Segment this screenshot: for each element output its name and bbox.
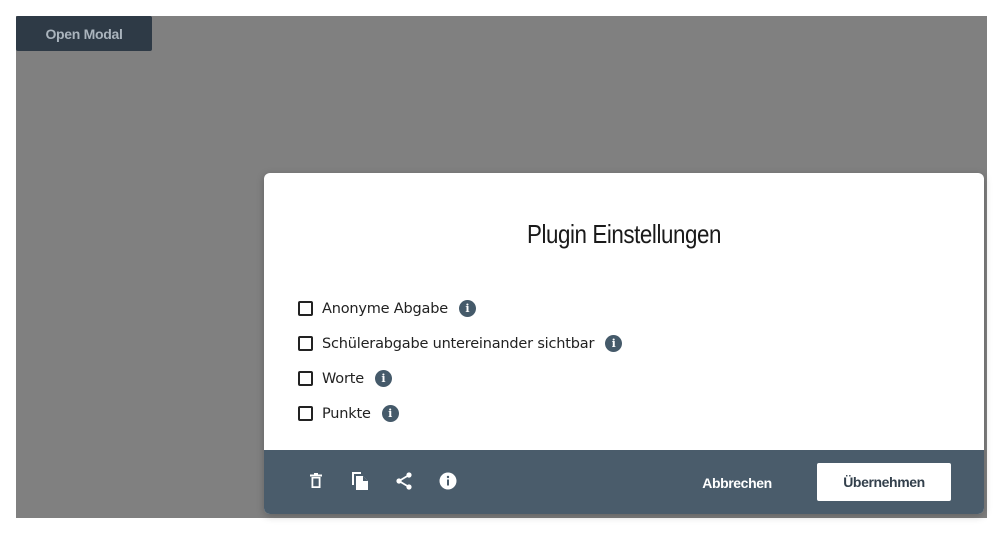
option-anonymous-submission[interactable]: Anonyme Abgabe i [298,291,622,326]
trash-icon[interactable] [305,470,327,492]
modal-title: Plugin Einstellungen [526,219,722,249]
info-icon[interactable]: i [458,300,476,317]
option-points[interactable]: Punkte i [298,396,622,431]
info-icon[interactable]: i [381,405,399,422]
option-words[interactable]: Worte i [298,361,622,396]
option-label: Schülerabgabe untereinander sichtbar [322,335,595,352]
checkbox[interactable] [298,371,313,386]
checkbox[interactable] [298,336,313,351]
checkbox[interactable] [298,406,313,421]
options-list: Anonyme Abgabe i Schülerabgabe untereina… [298,291,623,431]
modal-footer: Abbrechen Übernehmen [264,450,984,514]
info-icon[interactable]: i [605,335,623,352]
copy-icon[interactable] [349,470,371,492]
option-label: Worte [322,370,364,387]
cancel-button[interactable]: Abbrechen [692,472,782,494]
option-label: Anonyme Abgabe [322,300,448,317]
open-modal-button[interactable]: Open Modal [16,16,152,51]
option-students-see-submissions[interactable]: Schülerabgabe untereinander sichtbar i [298,326,623,361]
plugin-settings-modal: Plugin Einstellungen Anonyme Abgabe i Sc… [264,173,984,514]
apply-button[interactable]: Übernehmen [817,463,951,501]
info-icon[interactable] [437,470,459,492]
checkbox[interactable] [298,301,313,316]
info-icon[interactable]: i [374,370,392,387]
option-label: Punkte [322,405,371,422]
share-icon[interactable] [393,470,415,492]
